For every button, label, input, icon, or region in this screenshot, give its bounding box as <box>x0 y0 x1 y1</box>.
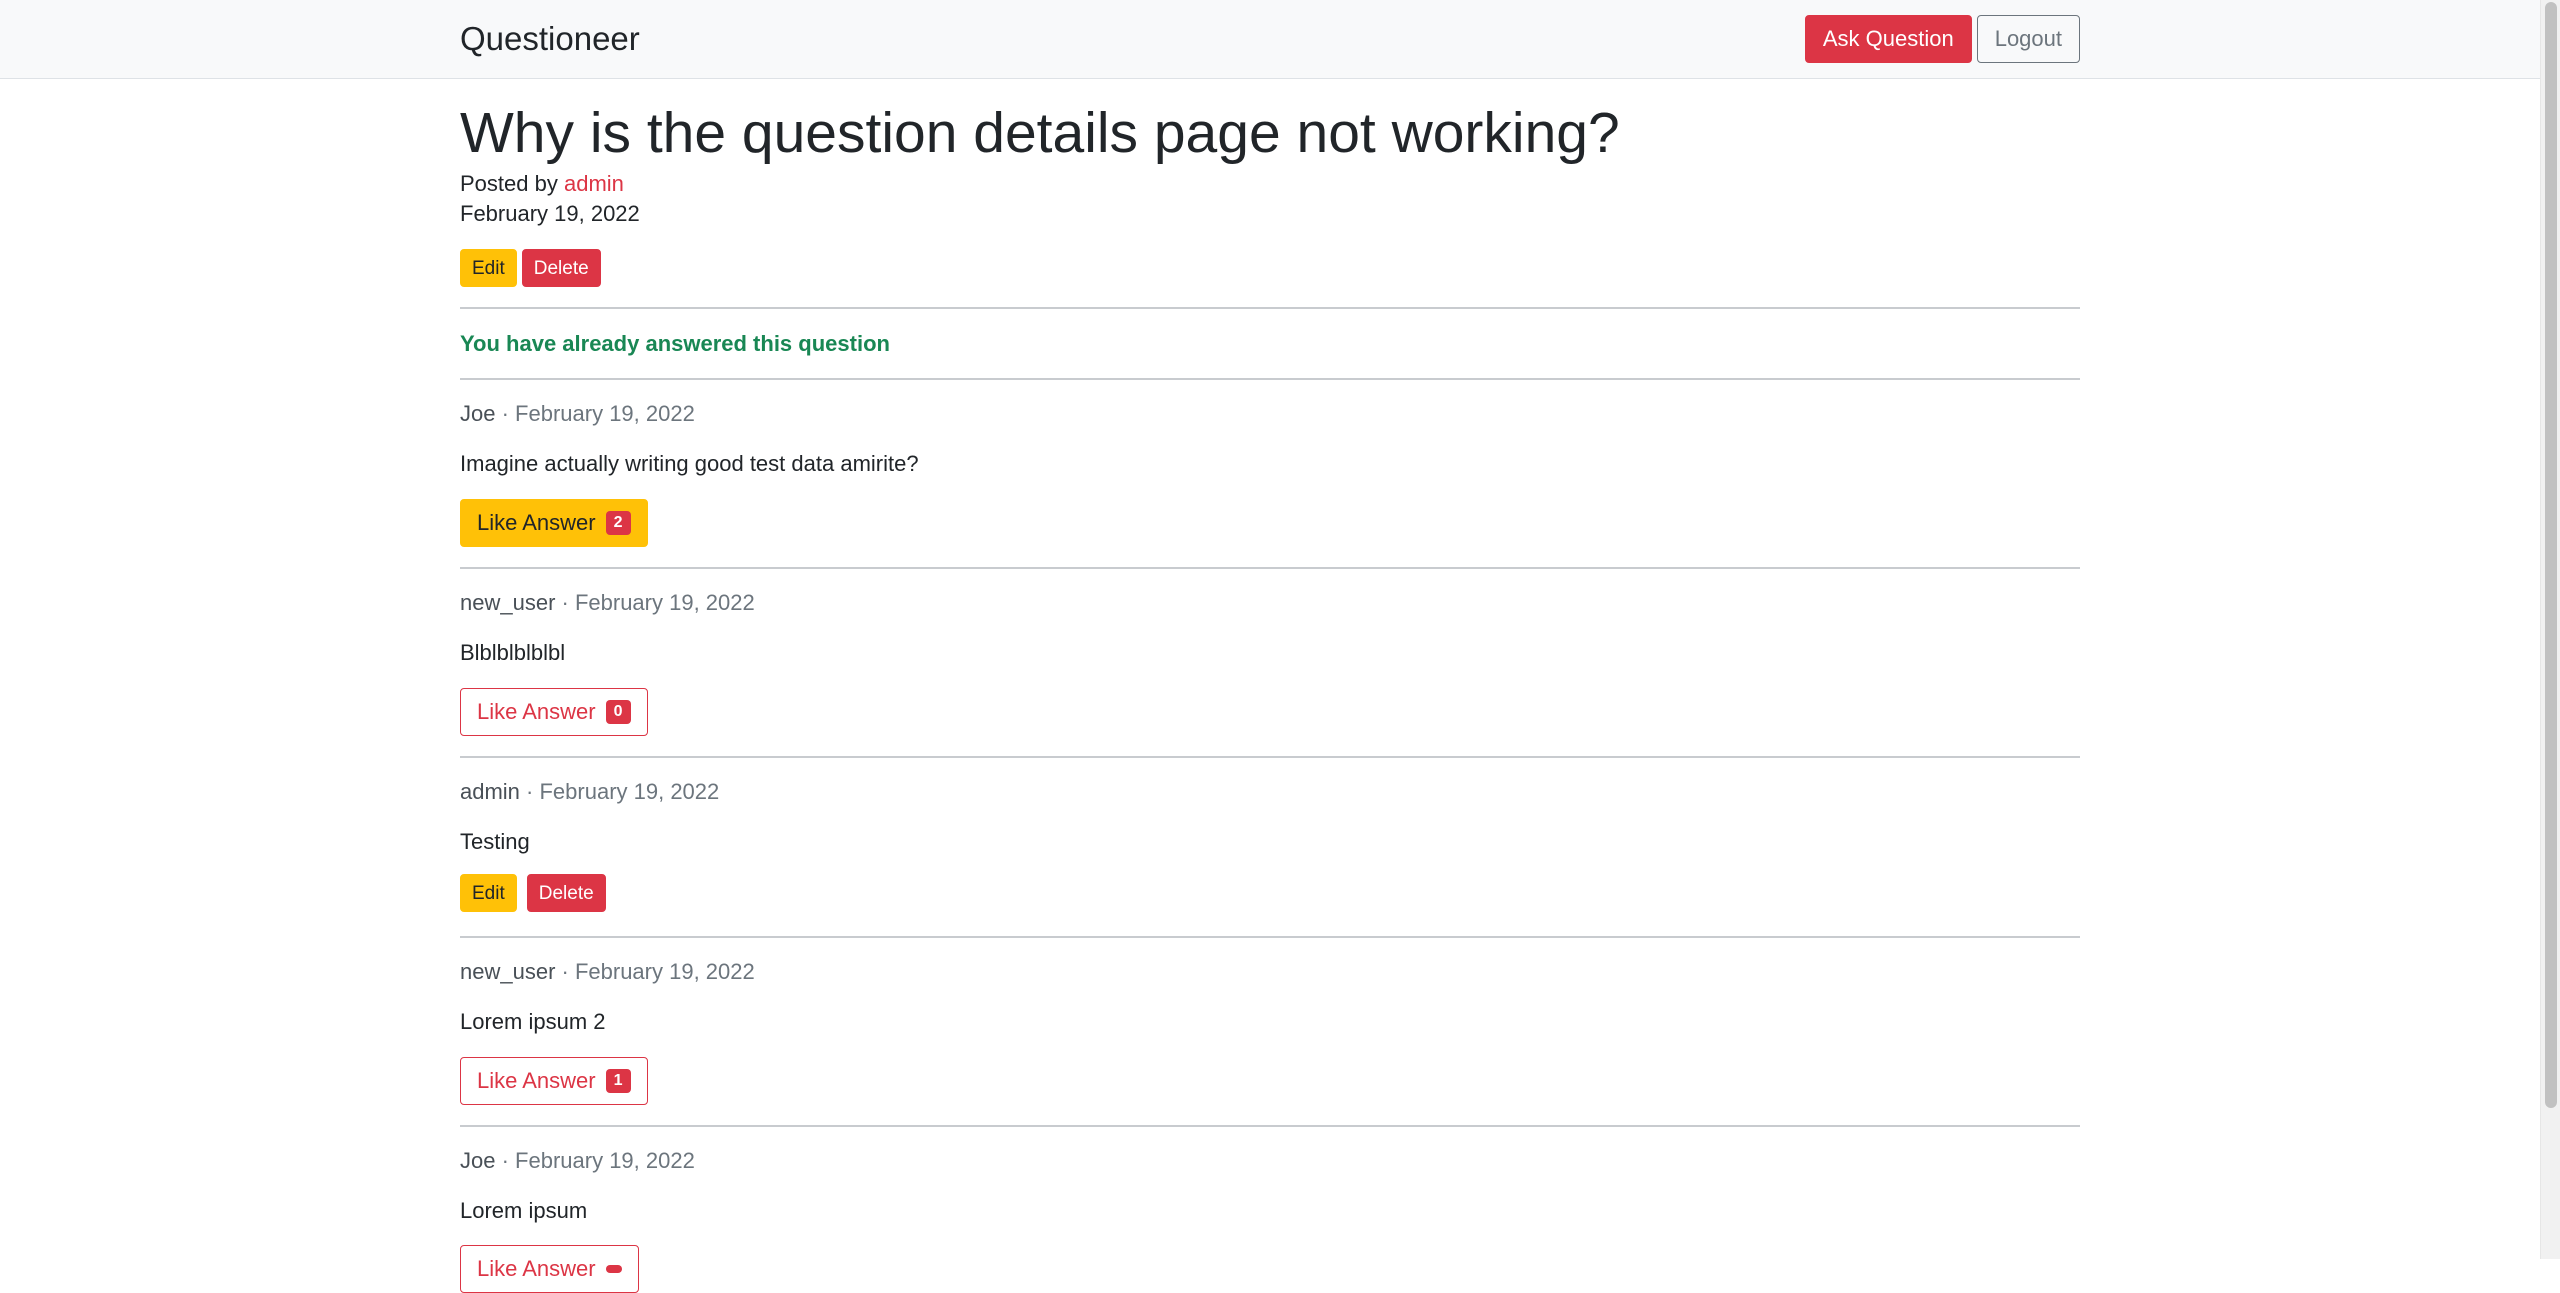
divider <box>460 567 2080 569</box>
divider <box>460 936 2080 938</box>
answer-actions: Edit Delete <box>460 874 606 912</box>
question-author-link[interactable]: admin <box>564 171 624 196</box>
like-answer-button[interactable]: Like Answer 0 <box>460 688 648 736</box>
navbar: Questioneer Ask Question Logout <box>0 0 2540 79</box>
like-answer-label: Like Answer <box>477 510 596 535</box>
delete-answer-button[interactable]: Delete <box>526 874 606 912</box>
edit-answer-button[interactable]: Edit <box>460 874 517 912</box>
answer-body: Lorem ipsum <box>460 1198 588 1223</box>
answer-body: Imagine actually writing good test data … <box>460 451 919 476</box>
like-answer-label: Like Answer <box>477 699 596 724</box>
answer-date: · February 19, 2022 <box>501 401 695 426</box>
answer-date: · February 19, 2022 <box>526 779 720 804</box>
answer-username: admin <box>460 779 520 804</box>
divider <box>460 378 2080 380</box>
like-answer-button[interactable]: Like Answer <box>460 1245 639 1293</box>
answer-header: new_user · February 19, 2022 <box>460 957 755 987</box>
divider <box>460 307 2080 309</box>
question-title: Why is the question details page not wor… <box>460 101 1620 165</box>
posted-by-label: Posted by <box>460 171 558 196</box>
ask-question-button[interactable]: Ask Question <box>1804 15 1972 63</box>
divider <box>460 1125 2080 1127</box>
page-scrollbar[interactable] <box>2540 0 2560 1259</box>
like-answer-label: Like Answer <box>477 1256 596 1281</box>
scrollbar-thumb[interactable] <box>2545 2 2557 1108</box>
answer-username: Joe <box>460 401 496 426</box>
answer-date: · February 19, 2022 <box>561 590 755 615</box>
answer-body: Blblblblblbl <box>460 640 566 665</box>
edit-question-button[interactable]: Edit <box>460 249 517 287</box>
answer-body: Testing <box>460 829 530 854</box>
answer-header: Joe · February 19, 2022 <box>460 399 695 429</box>
nav-actions: Ask Question Logout <box>1804 15 2080 63</box>
question-date: February 19, 2022 <box>460 201 640 226</box>
answer-header: Joe · February 19, 2022 <box>460 1146 695 1176</box>
answer-header: new_user · February 19, 2022 <box>460 588 755 618</box>
like-answer-label: Like Answer <box>477 1068 596 1093</box>
answer-date: · February 19, 2022 <box>561 959 755 984</box>
question-author-line: Posted by admin <box>460 169 624 199</box>
like-count-badge: 1 <box>605 1069 631 1093</box>
divider <box>460 756 2080 758</box>
question-actions: Edit Delete <box>460 249 601 287</box>
answer-username: new_user <box>460 590 556 615</box>
answer-date: · February 19, 2022 <box>501 1148 695 1173</box>
like-answer-button[interactable]: Like Answer 1 <box>460 1057 648 1105</box>
like-answer-button[interactable]: Like Answer 2 <box>460 499 648 547</box>
like-count-badge: 2 <box>605 511 631 535</box>
delete-question-button[interactable]: Delete <box>521 249 601 287</box>
answer-username: new_user <box>460 959 556 984</box>
like-count-badge <box>605 1265 622 1273</box>
answer-body: Lorem ipsum 2 <box>460 1009 606 1034</box>
logout-button[interactable]: Logout <box>1976 15 2080 63</box>
like-count-badge: 0 <box>605 700 631 724</box>
already-answered-message: You have already answered this question <box>460 331 890 356</box>
brand-link[interactable]: Questioneer <box>460 19 640 59</box>
answer-username: Joe <box>460 1148 496 1173</box>
answer-header: admin · February 19, 2022 <box>460 777 719 807</box>
